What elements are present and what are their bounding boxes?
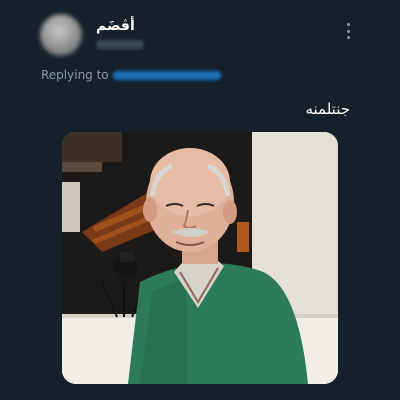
avatar[interactable] xyxy=(40,14,82,56)
reply-mention-redacted[interactable] xyxy=(112,70,221,80)
more-vertical-icon[interactable] xyxy=(343,23,353,39)
replying-to-label: Replying to xyxy=(41,68,109,82)
replying-to: Replying to xyxy=(41,68,221,82)
tweet-text: جنتلمنه xyxy=(305,100,350,118)
tweet-media-photo[interactable] xyxy=(62,132,338,384)
display-name[interactable]: أڤضَم xyxy=(96,18,135,34)
handle-redacted xyxy=(96,40,144,49)
